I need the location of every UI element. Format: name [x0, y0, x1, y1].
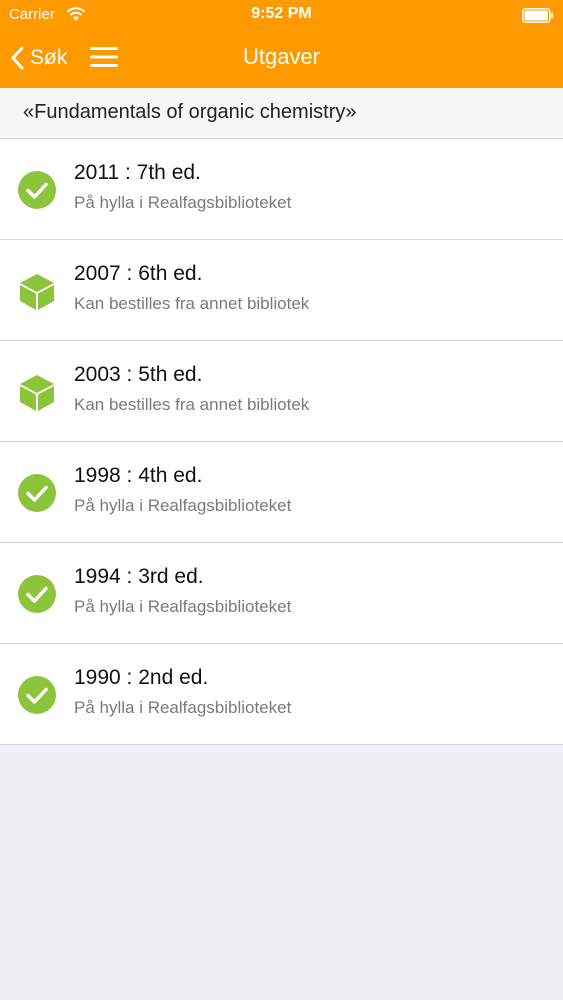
list-item[interactable]: 2011 : 7th ed. På hylla i Realfagsbiblio…	[0, 139, 563, 240]
battery-icon	[522, 8, 554, 28]
nav-bar: Søk Utgaver	[0, 30, 563, 88]
list-item[interactable]: 1990 : 2nd ed. På hylla i Realfagsbiblio…	[0, 644, 563, 745]
edition-status: På hylla i Realfagsbiblioteket	[74, 698, 292, 717]
book-title: «Fundamentals of organic chemistry»	[23, 101, 357, 123]
edition-title: 2003 : 5th ed.	[74, 363, 203, 386]
section-header: «Fundamentals of organic chemistry»	[0, 88, 563, 139]
check-circle-icon	[17, 675, 57, 715]
edition-title: 2007 : 6th ed.	[74, 262, 203, 285]
status-time: 9:52 PM	[251, 5, 312, 22]
edition-status: På hylla i Realfagsbiblioteket	[74, 496, 292, 515]
edition-title: 2011 : 7th ed.	[74, 161, 201, 184]
header: Carrier 9:52 PM Søk Utgaver	[0, 0, 563, 88]
check-circle-icon	[17, 473, 57, 513]
check-circle-icon	[17, 574, 57, 614]
package-icon	[17, 271, 57, 311]
edition-status: Kan bestilles fra annet bibliotek	[74, 294, 310, 313]
list-item[interactable]: 1994 : 3rd ed. På hylla i Realfagsbiblio…	[0, 543, 563, 644]
package-icon	[17, 372, 57, 412]
edition-status: Kan bestilles fra annet bibliotek	[74, 395, 310, 414]
list-item[interactable]: 2003 : 5th ed. Kan bestilles fra annet b…	[0, 341, 563, 442]
list-item[interactable]: 1998 : 4th ed. På hylla i Realfagsbiblio…	[0, 442, 563, 543]
edition-status: På hylla i Realfagsbiblioteket	[74, 193, 292, 212]
edition-title: 1990 : 2nd ed.	[74, 666, 209, 689]
edition-title: 1994 : 3rd ed.	[74, 565, 204, 588]
status-bar: Carrier 9:52 PM	[0, 0, 563, 30]
edition-title: 1998 : 4th ed.	[74, 464, 203, 487]
list-item[interactable]: 2007 : 6th ed. Kan bestilles fra annet b…	[0, 240, 563, 341]
check-circle-icon	[17, 170, 57, 210]
page-title: Utgaver	[242, 44, 321, 69]
edition-list: 2011 : 7th ed. På hylla i Realfagsbiblio…	[0, 139, 563, 745]
edition-status: På hylla i Realfagsbiblioteket	[74, 597, 292, 616]
